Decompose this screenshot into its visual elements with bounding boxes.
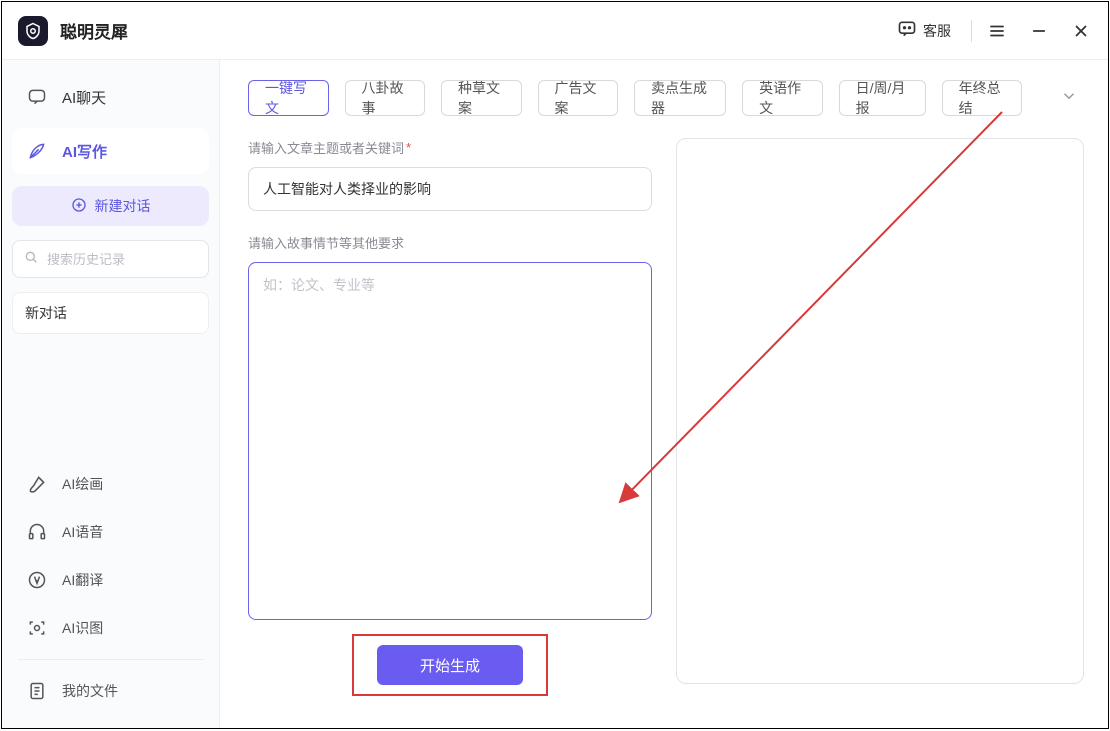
customer-service-label: 客服 xyxy=(923,21,951,41)
window-minimize-button[interactable] xyxy=(1028,20,1050,42)
sidebar-divider xyxy=(18,659,203,660)
output-preview-panel xyxy=(676,138,1084,684)
required-mark: * xyxy=(406,140,411,155)
search-icon xyxy=(23,249,39,270)
tab-label: 一键写文 xyxy=(265,78,312,118)
my-files[interactable]: 我的文件 xyxy=(12,668,209,714)
topic-input[interactable] xyxy=(263,181,637,197)
tool-label: AI识图 xyxy=(62,618,103,638)
feather-icon xyxy=(26,140,48,162)
chevron-down-icon xyxy=(1060,87,1078,110)
writing-tab-7[interactable]: 年终总结 xyxy=(942,80,1023,116)
nav-ai-writing[interactable]: AI写作 xyxy=(12,128,209,174)
tab-label: 种草文案 xyxy=(458,78,505,118)
writing-tab-3[interactable]: 广告文案 xyxy=(538,80,619,116)
history-search-input[interactable] xyxy=(47,252,198,267)
translate-icon xyxy=(26,569,48,591)
generate-button-label: 开始生成 xyxy=(420,655,480,676)
chat-bubble-icon xyxy=(897,19,917,42)
window-close-button[interactable] xyxy=(1070,20,1092,42)
writing-tab-2[interactable]: 种草文案 xyxy=(441,80,522,116)
tool-ai-translate[interactable]: AI翻译 xyxy=(12,557,209,603)
writing-mode-tabs: 一键写文 八卦故事 种草文案 广告文案 卖点生成器 英语作文 日/周/月报 年终总结 xyxy=(248,80,1084,116)
plus-circle-icon xyxy=(71,197,87,216)
titlebar-divider xyxy=(971,20,972,42)
requirements-label: 请输入故事情节等其他要求 xyxy=(248,233,652,252)
document-icon xyxy=(26,680,48,702)
history-search-wrap[interactable] xyxy=(12,240,209,278)
annotation-highlight-box: 开始生成 xyxy=(352,634,548,696)
tab-label: 日/周/月报 xyxy=(856,78,909,118)
tool-ai-image-recognition[interactable]: AI识图 xyxy=(12,605,209,651)
tab-label: 年终总结 xyxy=(959,78,1006,118)
topic-label: 请输入文章主题或者关键词 * xyxy=(248,138,652,157)
new-conversation-button[interactable]: 新建对话 xyxy=(12,186,209,226)
chat-icon xyxy=(26,86,48,108)
hamburger-menu-button[interactable] xyxy=(986,20,1008,42)
tool-label: AI语音 xyxy=(62,522,103,542)
nav-label: AI写作 xyxy=(62,141,107,162)
requirements-textarea[interactable] xyxy=(248,262,652,620)
my-files-label: 我的文件 xyxy=(62,681,118,701)
tool-label: AI绘画 xyxy=(62,474,103,494)
tool-ai-drawing[interactable]: AI绘画 xyxy=(12,461,209,507)
image-scan-icon xyxy=(26,617,48,639)
writing-tab-0[interactable]: 一键写文 xyxy=(248,80,329,116)
writing-tab-1[interactable]: 八卦故事 xyxy=(345,80,426,116)
generate-button[interactable]: 开始生成 xyxy=(377,645,523,685)
customer-service-button[interactable]: 客服 xyxy=(889,15,959,46)
nav-label: AI聊天 xyxy=(62,87,106,108)
writing-tab-4[interactable]: 卖点生成器 xyxy=(634,80,726,116)
history-item[interactable]: 新对话 xyxy=(12,292,209,334)
tool-ai-voice[interactable]: AI语音 xyxy=(12,509,209,555)
history-item-label: 新对话 xyxy=(25,303,67,323)
app-title: 聪明灵犀 xyxy=(60,18,128,43)
writing-tab-5[interactable]: 英语作文 xyxy=(742,80,823,116)
nav-ai-chat[interactable]: AI聊天 xyxy=(12,74,209,120)
headphones-icon xyxy=(26,521,48,543)
tab-label: 卖点生成器 xyxy=(651,78,709,118)
tab-label: 英语作文 xyxy=(759,78,806,118)
app-logo-icon xyxy=(18,16,48,46)
tabs-expand-button[interactable] xyxy=(1054,80,1084,116)
paintbrush-icon xyxy=(26,473,48,495)
writing-tab-6[interactable]: 日/周/月报 xyxy=(839,80,926,116)
tab-label: 广告文案 xyxy=(555,78,602,118)
topic-input-wrap[interactable] xyxy=(248,167,652,211)
tool-label: AI翻译 xyxy=(62,570,103,590)
new-conversation-label: 新建对话 xyxy=(95,196,151,216)
tab-label: 八卦故事 xyxy=(362,78,409,118)
